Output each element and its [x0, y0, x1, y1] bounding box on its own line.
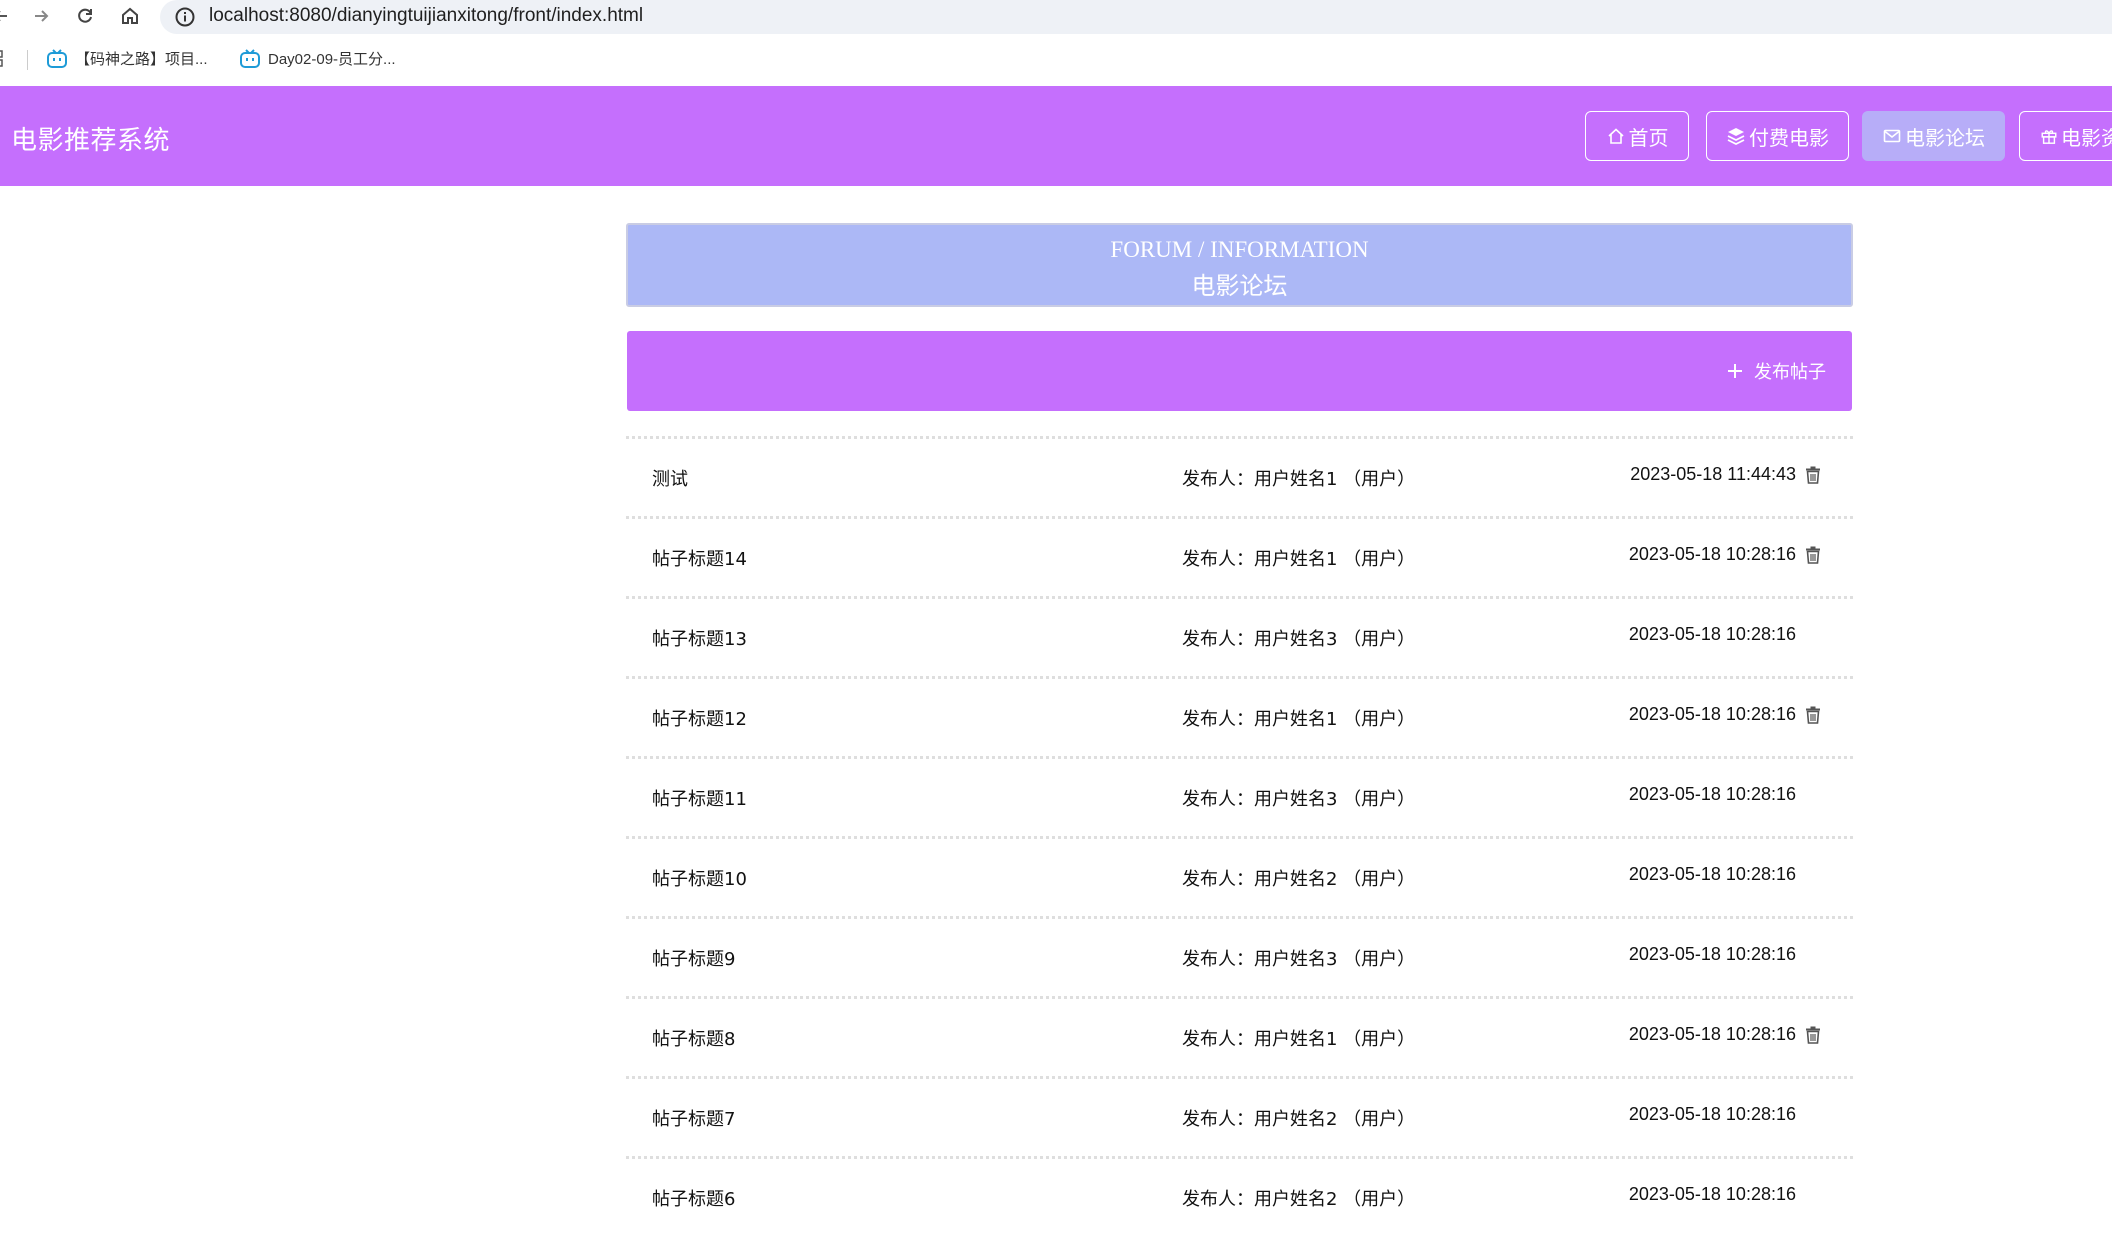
post-author: 发布人：用户姓名2 （用户）: [1182, 869, 1416, 890]
post-row[interactable]: 帖子标题14 发布人：用户姓名1 （用户） 2023-05-18 10:28:16: [626, 516, 1853, 596]
nav-label: 电影论坛: [1905, 125, 1985, 150]
post-row[interactable]: 帖子标题11 发布人：用户姓名3 （用户） 2023-05-18 10:28:16: [626, 756, 1853, 836]
trash-icon[interactable]: [1805, 546, 1821, 564]
browser-toolbar: localhost:8080/dianyingtuijianxitong/fro…: [0, 0, 2112, 34]
post-row[interactable]: 帖子标题10 发布人：用户姓名2 （用户） 2023-05-18 10:28:16: [626, 836, 1853, 916]
post-title[interactable]: 帖子标题13: [652, 625, 747, 651]
post-author: 发布人：用户姓名2 （用户）: [1182, 1189, 1416, 1210]
post-author: 发布人：用户姓名3 （用户）: [1182, 949, 1416, 970]
bookmark-item-1[interactable]: 【码神之路】项目...: [47, 48, 208, 69]
home-browser-icon[interactable]: [115, 1, 145, 31]
post-time: 2023-05-18 10:28:16: [1628, 944, 1796, 964]
post-author: 发布人：用户姓名3 （用户）: [1182, 629, 1416, 650]
post-author: 发布人：用户姓名1 （用户）: [1182, 549, 1416, 570]
post-title[interactable]: 帖子标题7: [652, 1105, 735, 1131]
post-title[interactable]: 帖子标题9: [652, 945, 735, 971]
url-text[interactable]: localhost:8080/dianyingtuijianxitong/fro…: [209, 5, 643, 27]
post-title[interactable]: 测试: [652, 465, 688, 491]
banner-title-en: FORUM / INFORMATION: [1110, 237, 1369, 262]
post-author: 发布人：用户姓名1 （用户）: [1182, 1029, 1416, 1050]
post-title[interactable]: 帖子标题6: [652, 1185, 735, 1211]
post-title[interactable]: 帖子标题14: [652, 545, 747, 571]
post-author: 发布人：用户姓名1 （用户）: [1182, 469, 1416, 490]
apps-icon[interactable]: [0, 50, 10, 68]
forum-banner: FORUM / INFORMATION 电影论坛: [626, 223, 1853, 307]
gift-icon: [2041, 130, 2057, 144]
home-icon: [1607, 128, 1624, 144]
post-row[interactable]: 帖子标题9 发布人：用户姓名3 （用户） 2023-05-18 10:28:16: [626, 916, 1853, 996]
bookmarks-bar: 【码神之路】项目... Day02-09-员工分...: [0, 34, 2112, 86]
post-time: 2023-05-18 10:28:16: [1628, 704, 1796, 724]
nav-label: 电影资: [2061, 125, 2112, 150]
reload-icon[interactable]: [70, 1, 100, 31]
nav-label: 付费电影: [1749, 125, 1829, 150]
nav-paid-movies[interactable]: 付费电影: [1706, 111, 1849, 161]
trash-icon[interactable]: [1805, 706, 1821, 724]
publish-post-button[interactable]: 发布帖子: [1726, 356, 1826, 386]
nav-label: 首页: [1628, 125, 1669, 150]
post-row[interactable]: 帖子标题13 发布人：用户姓名3 （用户） 2023-05-18 10:28:16: [626, 596, 1853, 676]
app-header: 电影推荐系统 首页 付费电影 电影论坛 电影资: [0, 86, 2112, 186]
address-bar[interactable]: localhost:8080/dianyingtuijianxitong/fro…: [160, 0, 2112, 34]
banner-title-cn: 电影论坛: [1191, 272, 1288, 300]
post-time: 2023-05-18 10:28:16: [1628, 864, 1796, 884]
app-title: 电影推荐系统: [11, 126, 171, 156]
bookmark-label: Day02-09-员工分...: [268, 51, 396, 68]
post-time: 2023-05-18 10:28:16: [1628, 1184, 1796, 1204]
post-time: 2023-05-18 10:28:16: [1628, 784, 1796, 804]
publish-label: 发布帖子: [1754, 362, 1826, 383]
post-time: 2023-05-18 10:28:16: [1628, 544, 1796, 564]
post-author: 发布人：用户姓名2 （用户）: [1182, 1109, 1416, 1130]
post-title[interactable]: 帖子标题12: [652, 705, 747, 731]
site-info-icon[interactable]: [174, 6, 196, 28]
back-icon[interactable]: [0, 1, 16, 31]
post-row[interactable]: 帖子标题6 发布人：用户姓名2 （用户） 2023-05-18 10:28:16: [626, 1156, 1853, 1236]
nav-forum[interactable]: 电影论坛: [1862, 111, 2005, 161]
bookmark-label: 【码神之路】项目...: [75, 51, 208, 68]
trash-icon[interactable]: [1805, 1026, 1821, 1044]
bookmark-item-2[interactable]: Day02-09-员工分...: [240, 48, 396, 69]
post-author: 发布人：用户姓名1 （用户）: [1182, 709, 1416, 730]
post-time: 2023-05-18 10:28:16: [1628, 624, 1796, 644]
nav-movie-info[interactable]: 电影资: [2019, 111, 2112, 161]
post-title[interactable]: 帖子标题10: [652, 865, 747, 891]
bookmark-divider: [27, 50, 28, 70]
bilibili-icon: [47, 48, 67, 68]
bilibili-icon: [240, 48, 260, 68]
post-row[interactable]: 帖子标题8 发布人：用户姓名1 （用户） 2023-05-18 10:28:16: [626, 996, 1853, 1076]
post-list: 测试 发布人：用户姓名1 （用户） 2023-05-18 11:44:43 帖子标题1…: [626, 436, 1853, 1236]
nav-home[interactable]: 首页: [1585, 111, 1689, 161]
plus-icon: [1728, 364, 1742, 378]
message-icon: [1883, 129, 1901, 143]
action-bar: 发布帖子: [627, 331, 1852, 411]
post-row[interactable]: 帖子标题12 发布人：用户姓名1 （用户） 2023-05-18 10:28:16: [626, 676, 1853, 756]
post-row[interactable]: 帖子标题7 发布人：用户姓名2 （用户） 2023-05-18 10:28:16: [626, 1076, 1853, 1156]
post-row[interactable]: 测试 发布人：用户姓名1 （用户） 2023-05-18 11:44:43: [626, 436, 1853, 516]
trash-icon[interactable]: [1805, 466, 1821, 484]
post-author: 发布人：用户姓名3 （用户）: [1182, 789, 1416, 810]
post-title[interactable]: 帖子标题11: [652, 785, 747, 811]
layers-icon: [1727, 128, 1745, 146]
forward-icon[interactable]: [26, 1, 56, 31]
post-title[interactable]: 帖子标题8: [652, 1025, 735, 1051]
post-time: 2023-05-18 10:28:16: [1628, 1104, 1796, 1124]
post-time: 2023-05-18 11:44:43: [1630, 464, 1796, 484]
post-time: 2023-05-18 10:28:16: [1628, 1024, 1796, 1044]
